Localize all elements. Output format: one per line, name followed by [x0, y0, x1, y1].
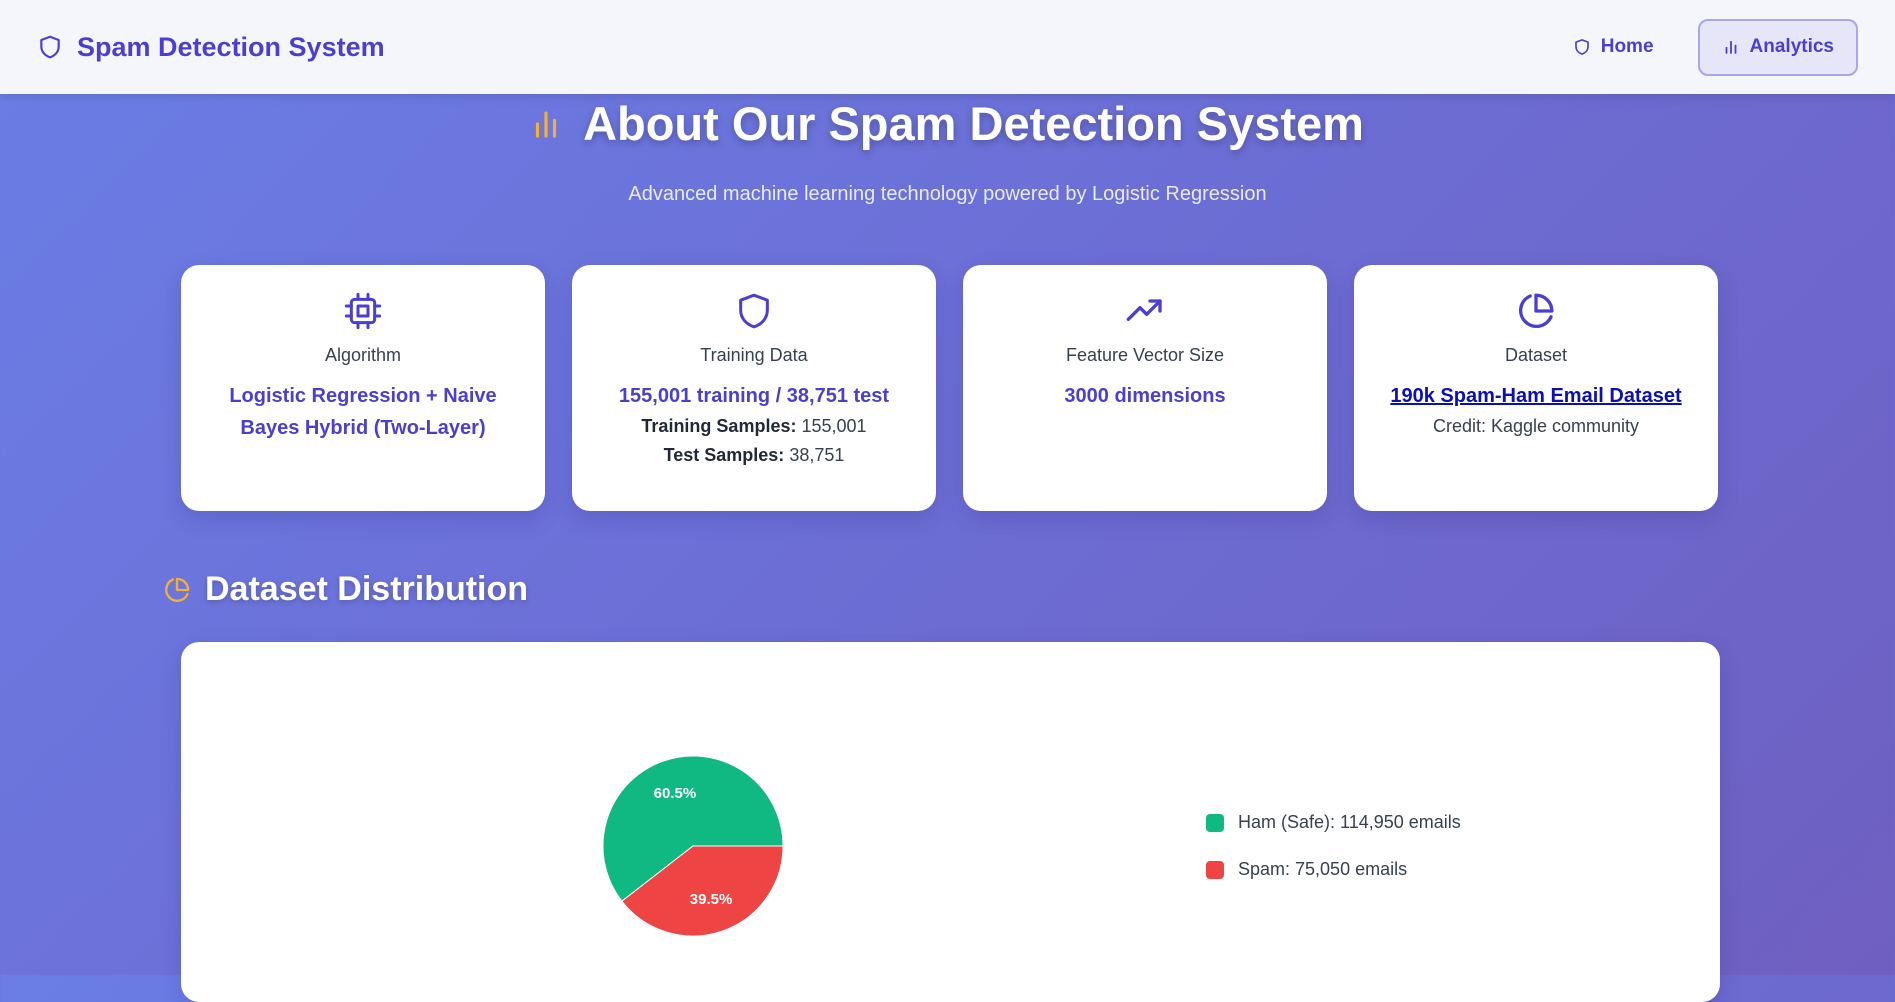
legend-swatch-ham [1206, 813, 1224, 832]
section-title: Dataset Distribution [163, 570, 528, 609]
test-samples-value: 38,751 [789, 445, 845, 465]
test-samples: Test Samples: 38,751 [664, 441, 845, 470]
chart-legend: Ham (Safe): 114,950 emails Spam: 75,050 … [1206, 810, 1461, 904]
algorithm-value: Logistic Regression + Naive Bayes Hybrid… [229, 385, 497, 439]
algorithm-card: Algorithm Logistic Regression + Naive Ba… [181, 265, 545, 511]
pie-chart-icon [1519, 293, 1554, 328]
dataset-link[interactable]: 190k Spam-Ham Email Dataset [1390, 380, 1681, 412]
feature-vector-value: 3000 dimensions [1064, 385, 1226, 407]
page-subtitle: Advanced machine learning technology pow… [628, 183, 1267, 205]
training-samples-key: Training Samples: [641, 416, 797, 436]
shield-icon [739, 293, 769, 329]
training-samples-value: 155,001 [801, 416, 867, 436]
nav-analytics-link[interactable]: Analytics [1697, 18, 1858, 76]
bar-chart-icon [531, 107, 561, 141]
pie-chart-icon [163, 576, 191, 604]
nav-home-label: Home [1600, 36, 1654, 57]
legend-item-ham: Ham (Safe): 114,950 emails [1206, 810, 1461, 835]
feature-vector-label: Feature Vector Size [1065, 345, 1225, 365]
dataset-card: Dataset 190k Spam-Ham Email Dataset Cred… [1354, 265, 1718, 511]
navbar: Spam Detection System Home Analytics [0, 0, 1895, 94]
dataset-label: Dataset [1504, 345, 1568, 365]
dataset-credit: Credit: Kaggle community [1432, 416, 1640, 436]
feature-vector-card: Feature Vector Size 3000 dimensions [963, 265, 1327, 511]
legend-label-ham: Ham (Safe): 114,950 emails [1238, 812, 1461, 832]
training-data-value: 155,001 training / 38,751 test [618, 385, 890, 407]
page-title-text: About Our Spam Detection System [583, 97, 1364, 150]
section-title-text: Dataset Distribution [205, 570, 529, 608]
test-samples-key: Test Samples: [663, 445, 785, 465]
bar-chart-icon [1725, 40, 1736, 54]
training-data-card: Training Data 155,001 training / 38,751 … [572, 265, 936, 511]
cpu-icon [344, 292, 382, 330]
nav-analytics-label: Analytics [1749, 36, 1834, 57]
shield-icon [37, 33, 63, 61]
trending-up-icon [1126, 299, 1162, 321]
pie-label-1: 39.5% [690, 891, 733, 908]
legend-swatch-spam [1206, 860, 1224, 879]
pie-chart: 60.5% 39.5% [602, 755, 784, 937]
shield-icon [1574, 39, 1589, 55]
pie-label-0: 60.5% [654, 785, 697, 802]
info-cards: Algorithm Logistic Regression + Naive Ba… [181, 265, 1718, 511]
training-samples: Training Samples: 155,001 [641, 412, 866, 441]
algorithm-label: Algorithm [324, 345, 402, 365]
nav-home-link[interactable]: Home [1551, 19, 1676, 76]
page-title: About Our Spam Detection System [0, 96, 1895, 151]
brand-title: Spam Detection System [77, 31, 385, 62]
training-data-label: Training Data [700, 345, 808, 365]
brand[interactable]: Spam Detection System [37, 32, 385, 63]
distribution-panel: 60.5% 39.5% Ham (Safe): 114,950 emails Sp… [181, 642, 1720, 1002]
legend-label-spam: Spam: 75,050 emails [1238, 859, 1408, 879]
legend-item-spam: Spam: 75,050 emails [1206, 857, 1461, 882]
